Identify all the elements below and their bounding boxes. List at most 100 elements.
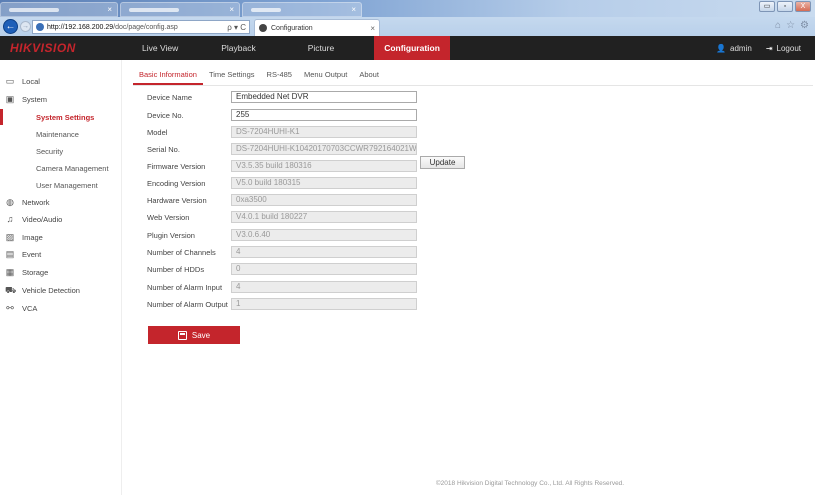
form-row-firmware-version: Firmware Version V3.5.35 build 180316 xyxy=(147,160,417,172)
sidebar-item-network[interactable]: ◍ Network xyxy=(0,194,50,210)
update-firmware-button[interactable]: Update xyxy=(420,156,465,169)
back-button[interactable]: ← xyxy=(3,19,18,34)
number-of-alarm-input-field: 4 xyxy=(231,281,417,293)
globe-icon: ◍ xyxy=(6,197,14,207)
number-of-hdds-field: 0 xyxy=(231,263,417,275)
save-button[interactable]: Save xyxy=(148,326,240,344)
sidebar-item-label: Image xyxy=(22,232,43,242)
sidebar-item-system-settings[interactable]: System Settings xyxy=(0,109,94,125)
sidebar-item-label: Network xyxy=(22,197,50,207)
user-icon: 👤 xyxy=(716,43,727,53)
sidebar-item-label: Storage xyxy=(22,267,49,277)
model-label: Model xyxy=(147,127,168,137)
subtab-about[interactable]: About xyxy=(353,68,385,85)
close-window-button[interactable]: X xyxy=(795,1,811,12)
monitor-icon: ▭ xyxy=(5,76,15,86)
form-row-model: Model DS-7204HUHI-K1 xyxy=(147,126,417,138)
browser-tabstrip: × × × ▭ ▫ X xyxy=(0,0,815,17)
web-version-field: V4.0.1 build 180227 xyxy=(231,211,417,223)
favicon-icon xyxy=(259,24,267,32)
form-row-number-of-hdds: Number of HDDs 0 xyxy=(147,263,417,275)
number-of-alarm-output-label: Number of Alarm Output xyxy=(147,299,228,309)
sidebar-item-label: System Settings xyxy=(36,112,95,122)
logout-icon: ⇥ xyxy=(765,43,773,53)
form-row-hardware-version: Hardware Version 0xa3500 xyxy=(147,194,417,206)
sidebar-item-system[interactable]: ▣ System xyxy=(0,91,47,107)
browser-chrome: × × × ▭ ▫ X ← → http://192.168.200.29/do… xyxy=(0,0,815,36)
form-row-device-no: Device No. 255 xyxy=(147,109,417,121)
footer-copyright: ©2018 Hikvision Digital Technology Co., … xyxy=(0,480,815,487)
sidebar-item-label: Local xyxy=(22,76,40,86)
app-header: HIKVISION Live View Playback Picture Con… xyxy=(0,36,815,60)
sidebar-item-label: System xyxy=(22,94,48,104)
number-of-channels-field: 4 xyxy=(231,246,417,258)
encoding-version-field: V5.0 build 180315 xyxy=(231,177,417,189)
favorites-star-icon[interactable]: ☆ xyxy=(786,20,795,31)
home-icon[interactable]: ⌂ xyxy=(775,20,781,31)
url-path: /doc/page/config.asp xyxy=(113,23,178,31)
subtab-basic-information[interactable]: Basic Information xyxy=(133,68,203,85)
vca-icon: ⚯ xyxy=(6,303,14,313)
subtab-menu-output[interactable]: Menu Output xyxy=(298,68,353,85)
main-content: Basic Information Time Settings RS-485 M… xyxy=(123,60,815,495)
header-user-area: 👤 admin ⇥ Logout xyxy=(716,44,815,53)
sidebar-item-event[interactable]: ▤ Event xyxy=(0,246,41,262)
maximize-button[interactable]: ▫ xyxy=(777,1,793,12)
form-row-encoding-version: Encoding Version V5.0 build 180315 xyxy=(147,177,417,189)
number-of-hdds-label: Number of HDDs xyxy=(147,264,205,274)
browser-tab-blurred-3[interactable]: × xyxy=(242,2,362,17)
firmware-version-field: V3.5.35 build 180316 xyxy=(231,160,417,172)
sidebar-item-video-audio[interactable]: ♫ Video/Audio xyxy=(0,211,63,227)
tab-close-icon[interactable]: × xyxy=(370,24,375,33)
serial-no-field: DS-7204HUHI-K10420170703CCWR792164021WCV… xyxy=(231,143,417,155)
save-label: Save xyxy=(191,330,211,340)
form-row-number-of-alarm-output: Number of Alarm Output 1 xyxy=(147,298,417,310)
logout-link[interactable]: ⇥ Logout xyxy=(766,44,801,53)
sidebar-item-maintenance[interactable]: Maintenance xyxy=(0,126,79,142)
window-controls: ▭ ▫ X xyxy=(759,1,811,12)
device-name-label: Device Name xyxy=(147,92,193,102)
sidebar-item-camera-management[interactable]: Camera Management xyxy=(0,160,109,176)
sidebar-item-label: User Management xyxy=(36,180,98,190)
sidebar: ▭ Local ▣ System System Settings Maintenance S… xyxy=(0,60,122,495)
nav-configuration[interactable]: Configuration xyxy=(374,36,450,60)
subtab-rs485[interactable]: RS-485 xyxy=(261,68,298,85)
forward-button[interactable]: → xyxy=(20,21,31,32)
sidebar-item-image[interactable]: ▨ Image xyxy=(0,229,43,245)
url-host: http://192.168.200.29 xyxy=(47,23,114,31)
nav-playback[interactable]: Playback xyxy=(211,36,266,60)
browser-tab-blurred-2[interactable]: × xyxy=(120,2,240,17)
sidebar-item-user-management[interactable]: User Management xyxy=(0,177,98,193)
system-icon: ▣ xyxy=(5,94,15,104)
form-row-serial-no: Serial No. DS-7204HUHI-K10420170703CCWR79… xyxy=(147,143,417,155)
settings-gear-icon[interactable]: ⚙ xyxy=(800,20,809,31)
sidebar-item-vehicle-detection[interactable]: ⛟ Vehicle Detection xyxy=(0,282,80,298)
sidebar-item-label: Camera Management xyxy=(36,163,109,173)
address-tools-icon[interactable]: ρ ▾ C xyxy=(227,23,246,32)
device-name-field[interactable]: Embedded Net DVR xyxy=(231,91,417,103)
subtab-bar: Basic Information Time Settings RS-485 M… xyxy=(133,68,385,85)
sidebar-item-label: Event xyxy=(22,249,42,259)
active-browser-tab[interactable]: Configuration × xyxy=(254,19,380,36)
sidebar-item-label: Vehicle Detection xyxy=(22,285,80,295)
hardware-version-label: Hardware Version xyxy=(147,195,207,205)
number-of-alarm-output-field: 1 xyxy=(231,298,417,310)
sidebar-item-storage[interactable]: ▦ Storage xyxy=(0,264,49,280)
sidebar-item-label: VCA xyxy=(22,303,38,313)
sidebar-item-security[interactable]: Security xyxy=(0,143,63,159)
subtab-time-settings[interactable]: Time Settings xyxy=(203,68,261,85)
minimize-button[interactable]: ▭ xyxy=(759,1,775,12)
form-row-device-name: Device Name Embedded Net DVR xyxy=(147,91,417,103)
user-menu[interactable]: 👤 admin xyxy=(716,44,752,53)
serial-no-label: Serial No. xyxy=(147,144,180,154)
sidebar-item-local[interactable]: ▭ Local xyxy=(0,73,40,89)
device-no-field[interactable]: 255 xyxy=(231,109,417,121)
address-bar[interactable]: http://192.168.200.29/doc/page/config.as… xyxy=(32,20,250,34)
nav-live-view[interactable]: Live View xyxy=(132,36,188,60)
subtab-divider xyxy=(133,85,813,86)
nav-picture[interactable]: Picture xyxy=(298,36,344,60)
browser-tab-blurred-1[interactable]: × xyxy=(0,2,118,17)
logout-label: Logout xyxy=(776,43,801,53)
sidebar-item-vca[interactable]: ⚯ VCA xyxy=(0,300,37,316)
storage-icon: ▦ xyxy=(5,267,15,277)
